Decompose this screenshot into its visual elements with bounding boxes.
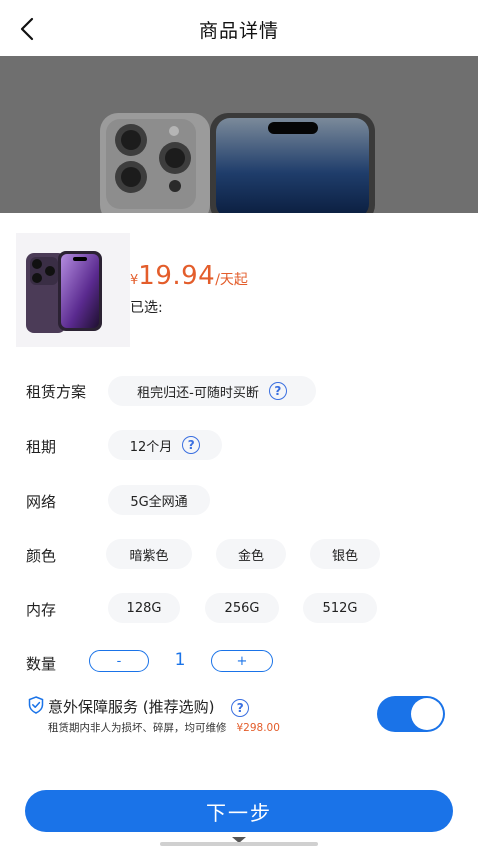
product-banner-image — [0, 56, 478, 213]
insurance-subtitle-text: 租赁期内非人为损坏、碎屏，均可维修 — [48, 722, 227, 734]
term-option-label: 12个月 — [129, 439, 173, 455]
price-value: 19.94 — [138, 261, 216, 291]
question-icon[interactable]: ? — [231, 699, 250, 717]
page-title: 商品详情 — [198, 20, 279, 42]
shield-check-icon — [28, 696, 44, 714]
storage-option[interactable]: 512G — [303, 593, 377, 623]
network-option-label: 5G全网通 — [130, 494, 188, 510]
storage-option[interactable]: 256G — [205, 593, 279, 623]
storage-label: 内存 — [26, 601, 57, 619]
network-label: 网络 — [26, 493, 57, 511]
plan-label: 租赁方案 — [26, 383, 87, 401]
question-icon[interactable]: ? — [182, 436, 201, 454]
option-sheet: ¥19.94/天起 已选: 租赁方案 租完归还-可随时买断 ? 租期 12个月 … — [0, 213, 478, 848]
quantity-decrease-button[interactable]: - — [89, 650, 149, 672]
plan-option-label: 租完归还-可随时买断 — [137, 385, 259, 401]
quantity-increase-button[interactable]: + — [211, 650, 273, 672]
quantity-label: 数量 — [26, 655, 57, 673]
insurance-title-text: 意外保障服务 (推荐选购) — [48, 698, 215, 716]
product-detail-screen: 商品详情 ¥19.94/天起 已选: 租赁方案 租完归还-可随时买断 ? 租期 … — [0, 0, 478, 848]
color-option[interactable]: 暗紫色 — [106, 539, 192, 569]
storage-option[interactable]: 128G — [108, 593, 180, 623]
plan-option[interactable]: 租完归还-可随时买断 ? — [108, 376, 316, 406]
network-option[interactable]: 5G全网通 — [108, 485, 210, 515]
color-label: 颜色 — [26, 547, 57, 565]
price-unit: /天起 — [215, 272, 248, 288]
next-step-button[interactable]: 下一步 — [25, 790, 453, 832]
quantity-value: 1 — [174, 650, 186, 670]
top-nav-bar: 商品详情 — [0, 0, 478, 56]
term-label: 租期 — [26, 438, 57, 456]
home-indicator — [160, 842, 318, 846]
question-icon[interactable]: ? — [268, 382, 287, 400]
toggle-knob — [411, 698, 443, 730]
selected-label: 已选: — [130, 300, 163, 316]
color-option[interactable]: 银色 — [310, 539, 380, 569]
product-thumbnail — [16, 233, 130, 347]
insurance-price: ¥298.00 — [236, 722, 280, 734]
insurance-toggle[interactable] — [377, 696, 445, 732]
color-option[interactable]: 金色 — [216, 539, 286, 569]
insurance-subtitle: 租赁期内非人为损坏、碎屏，均可维修 ¥298.00 — [48, 720, 280, 735]
price-display: ¥19.94/天起 — [130, 261, 248, 291]
term-option[interactable]: 12个月 ? — [108, 430, 222, 460]
insurance-title: 意外保障服务 (推荐选购) ? — [48, 696, 250, 717]
